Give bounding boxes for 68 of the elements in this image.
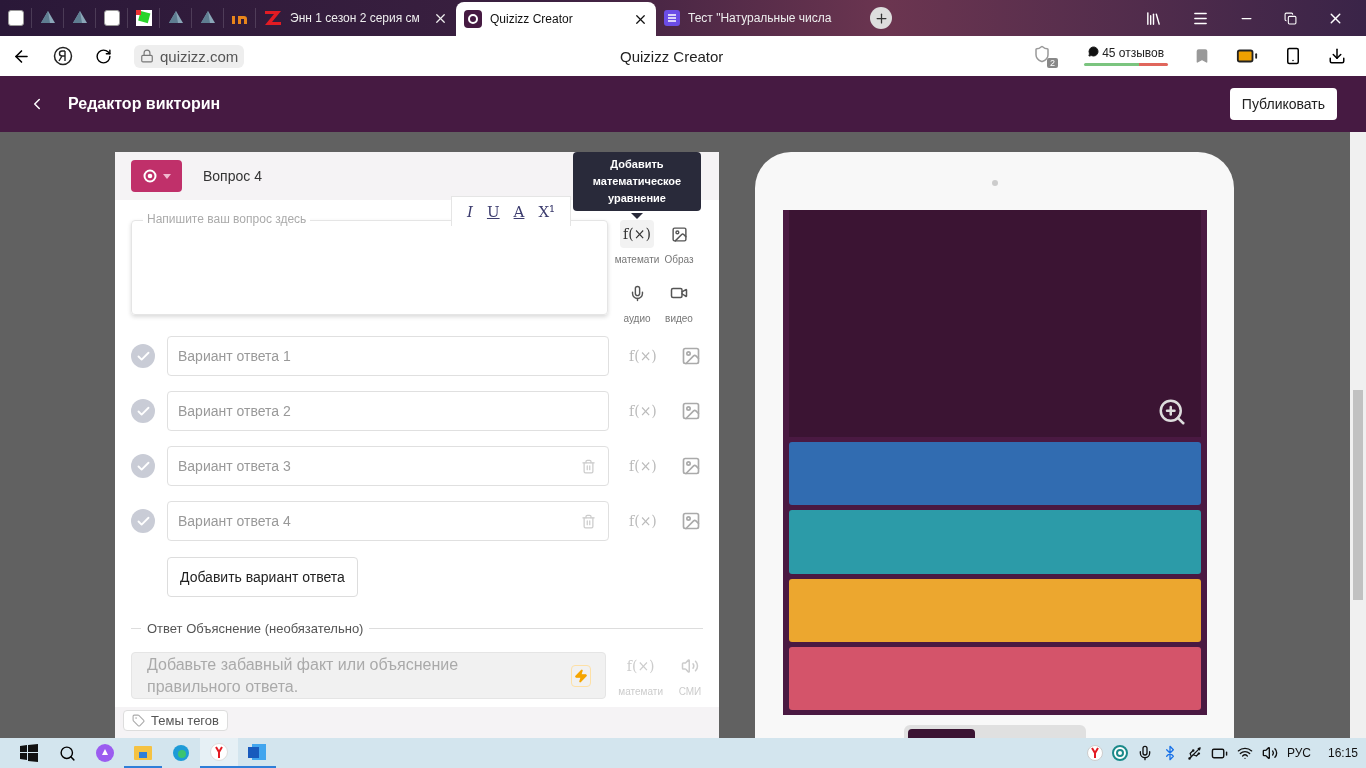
option-field[interactable]: Вариант ответа 1 [167,336,609,376]
restore-icon[interactable] [1284,11,1297,25]
caret-icon [162,173,171,179]
question-type-button[interactable] [131,160,182,192]
reviews-button[interactable]: 45 отзывов [1084,46,1168,66]
option-field[interactable]: Вариант ответа 3 [167,446,609,486]
search-icon[interactable] [58,744,76,762]
editor-title: Редактор викторин [68,95,221,113]
image-icon [670,225,688,243]
speech-bubble-icon [1087,46,1099,57]
correct-toggle[interactable] [131,344,155,368]
page-title: Quizizz Creator [620,47,724,65]
address-field[interactable]: quizizz.com [134,44,245,68]
media-button[interactable]: аудио [616,279,658,324]
section-heading: Ответ Объяснение (необязательно) [147,621,364,636]
antivirus-icon[interactable] [1111,745,1128,761]
bolt-icon [574,668,589,683]
pyramid-icon [71,10,88,26]
browser-logo-icon[interactable] [53,46,73,66]
media-button[interactable]: Образ [658,220,700,265]
language-indicator[interactable]: РУС [1286,746,1311,760]
option-field[interactable]: Вариант ответа 4 [167,501,609,541]
plus-icon [873,10,889,26]
correct-toggle[interactable] [131,454,155,478]
scrollbar[interactable] [1350,132,1366,738]
wifi-icon[interactable] [1236,745,1253,761]
pyramid-icon [39,10,56,26]
media-button[interactable]: видео [658,279,700,324]
bookmark-icon[interactable] [1194,48,1210,64]
tag-button[interactable]: Темы тегов [123,710,228,731]
pyramid-icon [199,10,216,26]
list-icon [664,10,680,26]
clock[interactable]: 16:15 [1327,746,1358,760]
option-field[interactable]: Вариант ответа 2 [167,391,609,431]
browser-icon[interactable] [210,743,228,761]
collections-icon[interactable] [1145,9,1162,27]
new-tab-button[interactable] [870,7,892,29]
volume-icon[interactable] [1261,745,1278,761]
publish-button[interactable]: Публиковать [1229,88,1337,120]
reload-icon[interactable] [95,47,112,65]
correct-toggle[interactable] [131,509,155,533]
logo-icon [464,10,482,28]
math-icon: f(×) [623,226,651,242]
question-placeholder: Напишите ваш вопрос здесь [143,212,311,227]
page-icon [7,10,24,26]
tag-icon [132,714,145,727]
radio-icon [142,169,157,183]
browser-tab[interactable]: Энн 1 сезон 2 серия см [256,0,456,36]
browser-icon[interactable] [1086,745,1103,761]
logo-icon [264,10,282,26]
windows-icon[interactable] [20,744,38,762]
download-icon[interactable] [1328,47,1346,65]
square-icon [135,10,152,26]
lock-icon [140,49,154,63]
speaker-icon [681,657,699,675]
question-number: Вопрос 4 [203,168,262,184]
page-icon [103,10,120,26]
pyramid-icon [167,10,184,26]
add-option-button[interactable]: Добавить вариант ответа [167,557,358,597]
folder-icon[interactable] [134,744,152,760]
usb-icon[interactable] [1186,745,1202,761]
tooltip: Добавить математическое уравнение [573,152,701,211]
correct-toggle[interactable] [131,399,155,423]
camera-dot [991,180,998,186]
browser-tab[interactable]: Тест "Натуральные числа [656,0,856,36]
browser-tab[interactable]: Quizizz Creator [456,2,656,36]
assistant-icon[interactable] [96,744,114,762]
document-app-icon[interactable] [248,743,266,761]
